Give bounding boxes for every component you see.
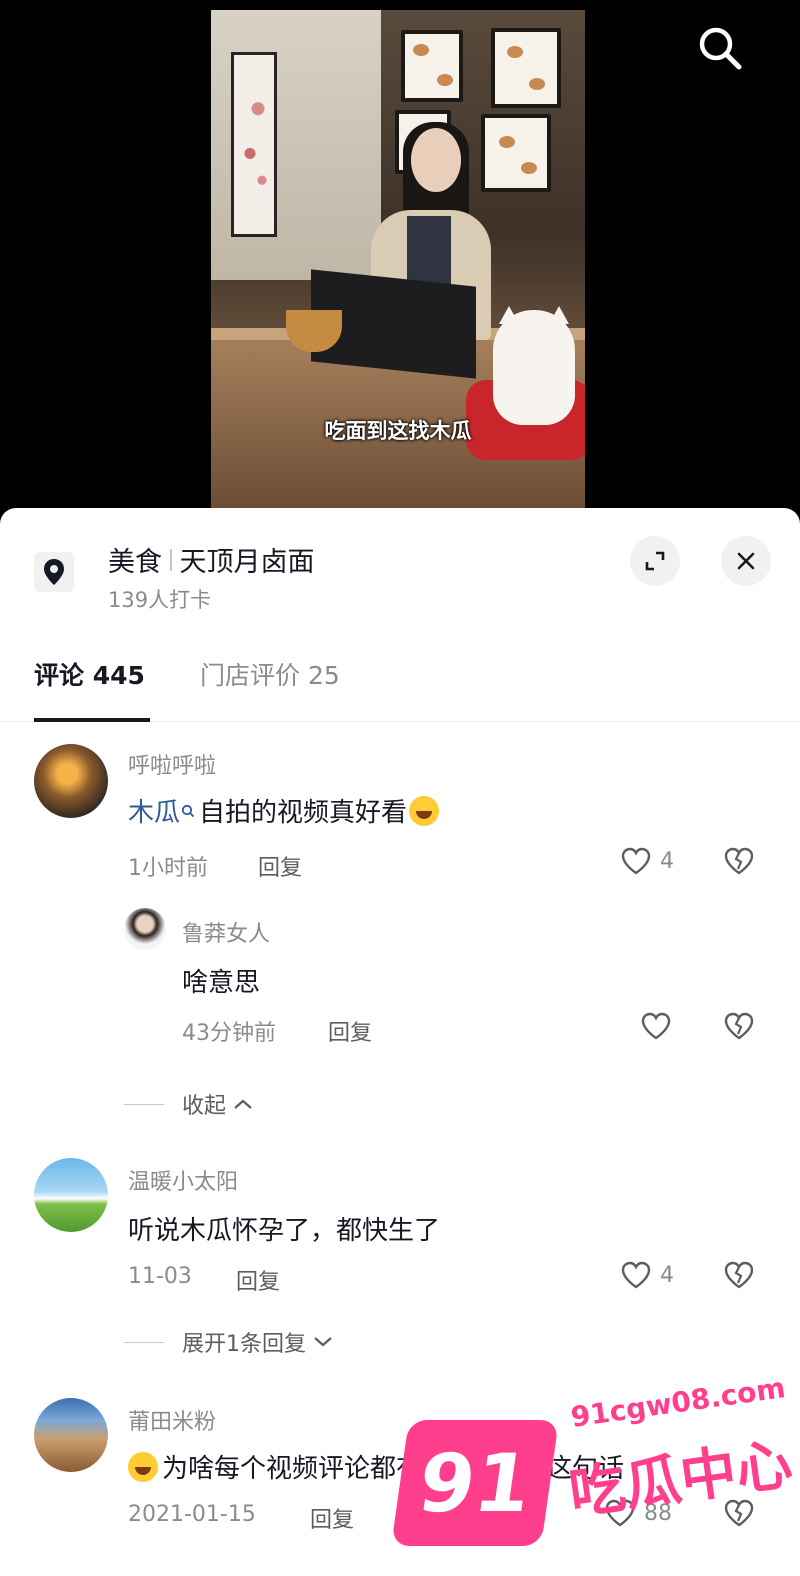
- video-lucky-cat: [493, 310, 575, 425]
- location-pin-button[interactable]: [34, 552, 74, 592]
- close-button[interactable]: [721, 536, 771, 586]
- fold-divider: [124, 1341, 164, 1343]
- comment-text: 为啥每个视频评论都有 “土车瓜 ”这句话: [128, 1448, 624, 1485]
- chevron-down-icon: [314, 1337, 332, 1347]
- comment-sheet: 美食 天顶月卤面 139人打卡 评论 445 门店评价 25 呼啦呼啦 木瓜 自…: [0, 508, 800, 1576]
- video-subtitle: 吃面到这找木瓜: [324, 419, 472, 443]
- keyword-search-icon: [181, 804, 195, 817]
- rolling-laughing-emoji-icon: [409, 795, 440, 826]
- like-button[interactable]: 4: [620, 1260, 674, 1290]
- comment-username[interactable]: 温暖小太阳: [128, 1164, 238, 1196]
- keyword-link[interactable]: “土车瓜: [422, 1448, 532, 1485]
- like-button[interactable]: [640, 1011, 672, 1041]
- like-count: 4: [660, 1262, 674, 1288]
- keyword-text: “土车瓜: [422, 1454, 514, 1484]
- avatar[interactable]: [34, 1158, 108, 1232]
- expand-button[interactable]: [630, 536, 680, 586]
- video-menu-board: [401, 30, 463, 102]
- comment-username[interactable]: 呼啦呼啦: [128, 748, 216, 780]
- location-separator: [170, 548, 172, 571]
- heart-icon: [621, 1261, 651, 1289]
- video-player[interactable]: 吃面到这找木瓜: [0, 0, 800, 520]
- like-button[interactable]: 4: [620, 846, 674, 876]
- dislike-button[interactable]: [723, 1498, 755, 1532]
- comment-time: 2021-01-15: [128, 1502, 256, 1527]
- comment-text: 木瓜 自拍的视频真好看: [128, 792, 440, 829]
- location-category: 美食: [108, 547, 162, 578]
- dislike-button[interactable]: [723, 846, 755, 880]
- comment-body: 自拍的视频真好看: [199, 798, 408, 828]
- location-name: 天顶月卤面: [179, 547, 315, 578]
- comment-time: 11-03: [128, 1264, 192, 1289]
- expand-icon: [645, 551, 665, 571]
- reply-time: 43分钟前: [182, 1021, 276, 1046]
- search-button[interactable]: [694, 22, 746, 74]
- flushed-emoji-icon: [128, 1451, 158, 1482]
- expand-label: 展开1条回复: [182, 1332, 306, 1357]
- close-icon: [737, 552, 755, 570]
- like-count: 4: [660, 848, 674, 874]
- heart-icon: [605, 1499, 635, 1527]
- video-menu-board: [491, 28, 561, 108]
- expand-replies-button[interactable]: 展开1条回复: [124, 1326, 334, 1358]
- heart-icon: [641, 1012, 671, 1040]
- reply-button[interactable]: 回复: [236, 1264, 280, 1296]
- comment-tabs: 评论 445 门店评价 25: [0, 646, 800, 722]
- dislike-button[interactable]: [723, 1011, 755, 1045]
- like-count: 88: [644, 1500, 672, 1526]
- collapse-label: 收起: [182, 1094, 227, 1119]
- avatar[interactable]: [34, 744, 108, 818]
- dislike-button[interactable]: [723, 1260, 755, 1294]
- keyword-search-icon: [515, 1460, 528, 1473]
- collapse-replies-button[interactable]: 收起: [124, 1088, 254, 1120]
- comment-time: 1小时前: [128, 856, 208, 881]
- reply-button[interactable]: 回复: [258, 850, 302, 882]
- video-menu-board: [481, 114, 551, 192]
- reply-text: 啥意思: [182, 968, 261, 998]
- heart-icon: [621, 847, 651, 875]
- reply-button[interactable]: 回复: [328, 1015, 372, 1047]
- video-frame[interactable]: 吃面到这找木瓜: [211, 10, 585, 510]
- location-checkins: 139人打卡: [108, 588, 212, 612]
- tab-active-indicator: [34, 718, 150, 722]
- broken-heart-icon: [724, 1499, 754, 1527]
- search-icon: [699, 27, 742, 70]
- comment-body-suffix: ”这句话: [532, 1454, 624, 1484]
- chevron-up-icon: [234, 1099, 252, 1109]
- avatar[interactable]: [124, 908, 166, 950]
- location-title[interactable]: 美食 天顶月卤面: [108, 540, 315, 579]
- like-button[interactable]: 88: [604, 1498, 672, 1528]
- comment-username[interactable]: 莆田米粉: [128, 1404, 216, 1436]
- video-person-head: [411, 128, 461, 192]
- reply-username[interactable]: 鲁莽女人: [182, 916, 270, 948]
- tab-comments[interactable]: 评论 445: [34, 656, 145, 692]
- reply-button[interactable]: 回复: [310, 1502, 354, 1534]
- keyword-link[interactable]: 木瓜: [128, 792, 199, 829]
- comment-text: 听说木瓜怀孕了，都快生了: [128, 1216, 441, 1246]
- location-pin-icon: [44, 559, 64, 585]
- avatar[interactable]: [34, 1398, 108, 1472]
- keyword-text: 木瓜: [128, 798, 181, 828]
- broken-heart-icon: [724, 847, 754, 875]
- broken-heart-icon: [724, 1012, 754, 1040]
- broken-heart-icon: [724, 1261, 754, 1289]
- comment-body: 为啥每个视频评论都有: [162, 1454, 423, 1484]
- fold-divider: [124, 1103, 164, 1105]
- tab-store-reviews[interactable]: 门店评价 25: [200, 656, 340, 692]
- video-painting: [231, 52, 277, 237]
